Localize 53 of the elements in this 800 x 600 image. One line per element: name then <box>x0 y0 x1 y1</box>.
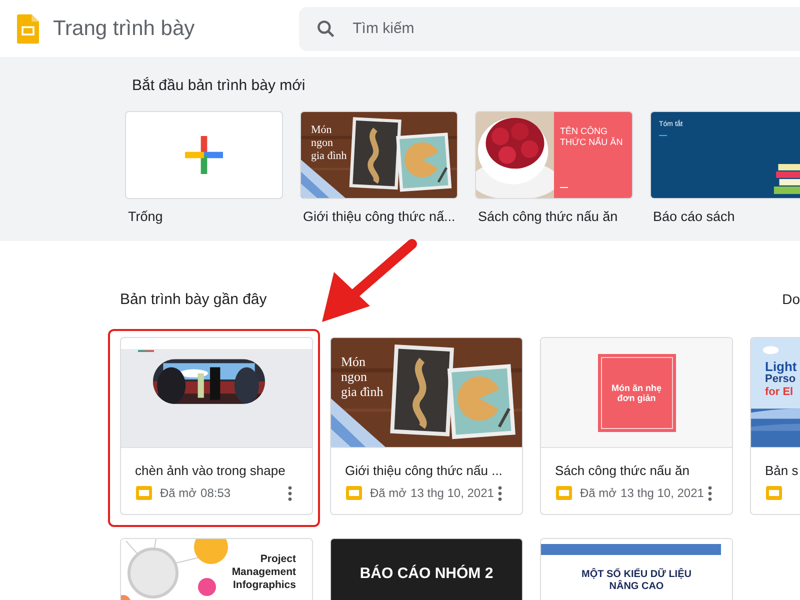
opened-time: 13 thg 10, 2021 <box>410 486 494 500</box>
plus-icon <box>185 136 223 174</box>
more-icon[interactable] <box>288 486 292 500</box>
slides-file-icon <box>345 484 363 502</box>
owner-filter[interactable]: Do <box>782 291 800 307</box>
file-card[interactable]: Món ăn nhẹ đơn giản Sách công thức nấu ăn Đã mở 13 thg 10, 2021 <box>540 337 733 515</box>
app-title: Trang trình bày <box>53 16 195 40</box>
slides-file-icon <box>135 484 153 502</box>
template-card[interactable] <box>125 111 283 199</box>
accent-line <box>138 350 154 352</box>
template-label: Giới thiệu công thức nấ... <box>303 209 456 224</box>
file-card[interactable]: chèn ảnh vào trong shape Đã mở 08:53 <box>120 337 313 515</box>
file-card[interactable]: MỘT SỐ KIỂU DỮ LIỆU NÂNG CAO <box>540 538 733 600</box>
search-field[interactable]: Tìm kiếm <box>298 6 800 50</box>
slide-text: MỘT SỐ KIỂU DỮ LIỆU NÂNG CAO <box>582 569 692 592</box>
opened-time: 13 thg 10, 2021 <box>620 486 704 500</box>
template-label: Sách công thức nấu ăn <box>478 209 619 224</box>
file-card[interactable]: Project Management Infographics <box>120 538 313 600</box>
slide-text: ngon <box>311 137 334 150</box>
opened-time: 08:53 <box>200 486 231 500</box>
slide-text: TÊN CÔNG THỨC NẤU ĂN <box>560 126 624 148</box>
slides-logo-icon <box>17 14 39 44</box>
template-label: Trống <box>128 209 164 224</box>
file-card[interactable]: BÁO CÁO NHÓM 2 <box>330 538 523 600</box>
file-title: Bản s <box>765 463 800 478</box>
opened-label: Đã mở <box>580 486 617 500</box>
template-label: Báo cáo sách <box>653 209 736 224</box>
slide-text: Perso <box>765 373 796 386</box>
opened-label: Đã mở <box>160 486 197 500</box>
books-drawing <box>773 164 800 194</box>
slide-text: for El <box>765 386 794 399</box>
slide-text: Món <box>311 124 333 137</box>
section-heading: Bản trình bày gần đây <box>120 290 267 308</box>
slides-file-icon <box>765 484 783 502</box>
file-title: chèn ảnh vào trong shape <box>135 463 286 478</box>
slide-text: gia đình <box>311 150 347 163</box>
more-icon[interactable] <box>498 486 502 500</box>
section-heading: Bắt đầu bản trình bày mới <box>132 77 306 94</box>
file-title: Giới thiệu công thức nấu ... <box>345 463 504 478</box>
slide-text: gia đình <box>341 384 384 399</box>
slide-text: Món ăn nhẹ đơn giản <box>612 382 662 402</box>
slide-text: Light <box>765 360 797 373</box>
slide-text: Project Management Infographics <box>232 553 296 591</box>
template-card[interactable]: Món ngon gia đình <box>300 111 458 199</box>
slide-text: Món <box>341 354 367 369</box>
slide-text: ngon <box>341 369 368 384</box>
file-title: Sách công thức nấu ăn <box>555 463 690 478</box>
opened-label: Đã mở <box>370 486 407 500</box>
more-icon[interactable] <box>708 486 712 500</box>
slides-file-icon <box>555 484 573 502</box>
file-card[interactable]: Light Perso for El Bản s <box>750 337 800 515</box>
file-card[interactable]: Món ngon gia đình Giới thiệu công thức nấu ... Đã mở 13 thg 10, 2021 <box>330 337 523 515</box>
slide-text: BÁO CÁO NHÓM 2 <box>360 565 494 582</box>
